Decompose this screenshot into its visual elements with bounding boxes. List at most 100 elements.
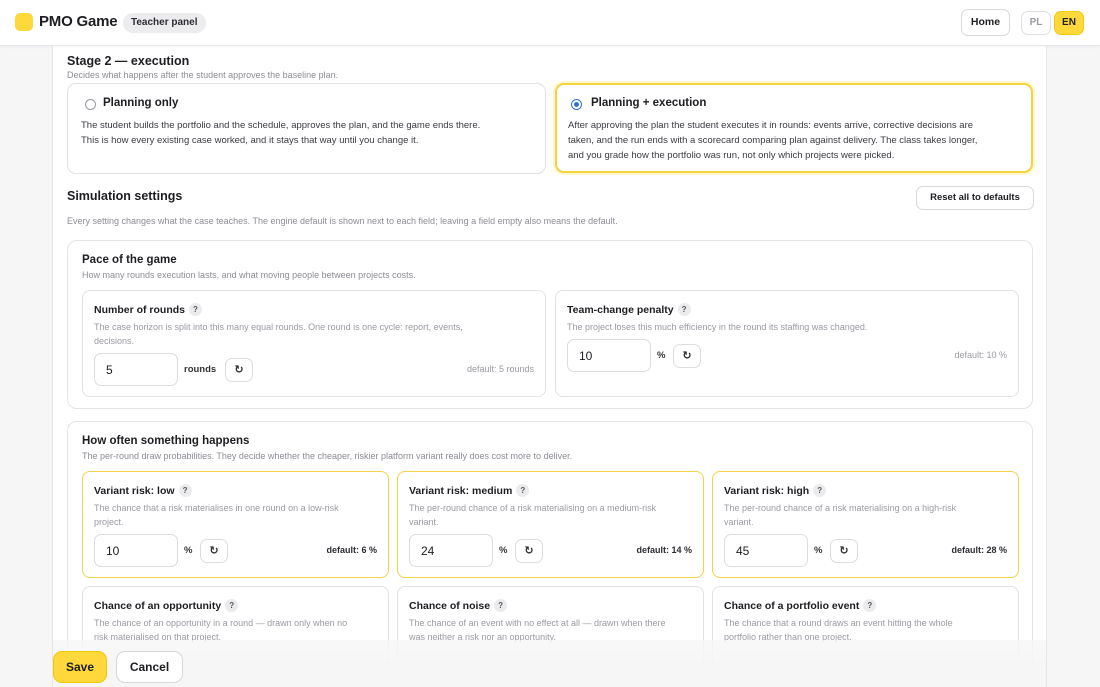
option-description-line: After approving the plan the student exe…	[568, 120, 974, 131]
field-title: Number of rounds?	[94, 303, 202, 316]
footer-bar	[53, 640, 1046, 687]
default-value: default: 10 %	[954, 350, 1007, 360]
rounds-unit: rounds	[184, 364, 217, 375]
percent-unit: %	[499, 545, 508, 556]
default-value: default: 6 %	[326, 545, 377, 555]
field-title: Chance of noise?	[409, 599, 508, 612]
variant-risk-high-field: Variant risk: high? The per-round chance…	[712, 471, 1019, 578]
stage2-subtitle: Decides what happens after the student a…	[67, 70, 339, 80]
default-value: default: 5 rounds	[466, 364, 534, 374]
help-icon[interactable]: ?	[494, 599, 508, 612]
field-description: The chance that a risk materialises in o…	[94, 501, 379, 529]
variant-risk-medium-input[interactable]	[409, 534, 493, 567]
variant-risk-low-input[interactable]	[94, 534, 178, 567]
field-description: The per-round chance of a risk materiali…	[724, 501, 1009, 529]
field-description-line: The project loses this much efficiency i…	[567, 322, 868, 332]
field-description-line: The case horizon is split into this many…	[94, 322, 463, 332]
reset-icon[interactable]: ↻	[225, 358, 253, 382]
rounds-field: Number of rounds? The case horizon is sp…	[82, 290, 546, 397]
field-description-line: The chance of an opportunity in a round …	[94, 618, 348, 628]
option-title: Planning + execution	[591, 97, 707, 109]
field-title: Variant risk: low?	[94, 484, 192, 497]
field-description-line: project.	[94, 517, 124, 527]
reset-icon[interactable]: ↻	[673, 344, 701, 368]
variant-risk-medium-field: Variant risk: medium? The per-round chan…	[397, 471, 704, 578]
option-planning-only[interactable]: Planning only The student builds the por…	[67, 83, 546, 174]
pace-title: Pace of the game	[82, 254, 177, 266]
cancel-button[interactable]: Cancel	[116, 651, 183, 683]
variant-risk-high-input[interactable]	[724, 534, 808, 567]
field-title-text: Chance of an opportunity	[94, 600, 222, 612]
help-icon[interactable]: ?	[225, 599, 239, 612]
field-description: The project loses this much efficiency i…	[567, 320, 1007, 334]
field-title: Variant risk: high?	[724, 484, 827, 497]
reset-icon[interactable]: ↻	[200, 539, 228, 563]
happens-subtitle: The per-round draw probabilities. They d…	[82, 451, 573, 461]
help-icon[interactable]: ?	[863, 599, 877, 612]
settings-sheet: Stage 2 — execution Decides what happens…	[52, 46, 1047, 687]
home-button[interactable]: Home	[961, 9, 1010, 36]
lang-en-button[interactable]: EN	[1054, 11, 1084, 35]
field-description-line: variant.	[409, 517, 439, 527]
variant-risk-low-field: Variant risk: low? The chance that a ris…	[82, 471, 389, 578]
simulation-subtitle: Every setting changes what the case teac…	[67, 216, 618, 226]
field-description: The case horizon is split into this many…	[94, 320, 534, 348]
field-description-line: The per-round chance of a risk materiali…	[724, 503, 957, 513]
pace-group: Pace of the game How many rounds executi…	[67, 240, 1033, 409]
field-description-line: The per-round chance of a risk materiali…	[409, 503, 657, 513]
team-change-input[interactable]	[567, 339, 651, 372]
default-value: default: 28 %	[951, 545, 1007, 555]
field-title: Chance of a portfolio event?	[724, 599, 877, 612]
field-title-text: Chance of noise	[409, 600, 491, 612]
field-title-text: Chance of a portfolio event	[724, 600, 860, 612]
option-description-line: This is how every existing case worked, …	[81, 135, 419, 146]
field-title: Variant risk: medium?	[409, 484, 530, 497]
help-icon[interactable]: ?	[813, 484, 827, 497]
reset-all-button[interactable]: Reset all to defaults	[916, 186, 1034, 210]
percent-unit: %	[657, 350, 666, 361]
help-icon[interactable]: ?	[189, 303, 202, 316]
field-description-line: variant.	[724, 517, 754, 527]
option-description: The student builds the portfolio and the…	[81, 118, 536, 148]
option-title: Planning only	[103, 97, 179, 109]
field-description-line: The chance that a round draws an event h…	[724, 618, 953, 628]
field-title-text: Variant risk: high	[724, 485, 810, 497]
teacher-panel-badge: Teacher panel	[123, 13, 206, 33]
option-description-line: taken, and the run ends with a scorecard…	[568, 135, 978, 146]
top-bar: PMO Game Teacher panel Home PL EN	[0, 0, 1100, 46]
logo-icon	[15, 13, 33, 31]
stage2-title: Stage 2 — execution	[67, 54, 190, 68]
field-title-text: Variant risk: medium	[409, 485, 513, 497]
simulation-title: Simulation settings	[67, 189, 183, 203]
field-title-text: Team-change penalty	[567, 304, 674, 316]
planning-execution-radio[interactable]	[571, 99, 582, 110]
rounds-input[interactable]	[94, 353, 178, 386]
option-description-line: The student builds the portfolio and the…	[81, 120, 481, 131]
field-title-text: Number of rounds	[94, 304, 185, 316]
field-description-line: decisions.	[94, 336, 135, 346]
option-planning-execution[interactable]: Planning + execution After approving the…	[555, 83, 1033, 173]
help-icon[interactable]: ?	[516, 484, 530, 497]
lang-pl-button[interactable]: PL	[1021, 11, 1051, 35]
default-value: default: 14 %	[636, 545, 692, 555]
help-icon[interactable]: ?	[677, 303, 691, 316]
reset-icon[interactable]: ↻	[515, 539, 543, 563]
field-description: The per-round chance of a risk materiali…	[409, 501, 694, 529]
field-title-text: Variant risk: low	[94, 485, 175, 497]
save-button[interactable]: Save	[53, 651, 107, 683]
percent-unit: %	[184, 545, 193, 556]
field-title: Team-change penalty?	[567, 303, 691, 316]
percent-unit: %	[814, 545, 823, 556]
team-change-field: Team-change penalty? The project loses t…	[555, 290, 1019, 397]
option-description-line: and you grade how the portfolio was run,…	[568, 150, 895, 161]
reset-icon[interactable]: ↻	[830, 539, 858, 563]
field-description-line: The chance that a risk materialises in o…	[94, 503, 339, 513]
field-description-line: The chance of an event with no effect at…	[409, 618, 666, 628]
pace-subtitle: How many rounds execution lasts, and wha…	[82, 270, 416, 280]
happens-title: How often something happens	[82, 435, 250, 447]
field-title: Chance of an opportunity?	[94, 599, 239, 612]
app-title: PMO Game	[39, 13, 118, 30]
planning-only-radio[interactable]	[85, 99, 96, 110]
help-icon[interactable]: ?	[178, 484, 192, 497]
option-description: After approving the plan the student exe…	[568, 118, 1028, 163]
